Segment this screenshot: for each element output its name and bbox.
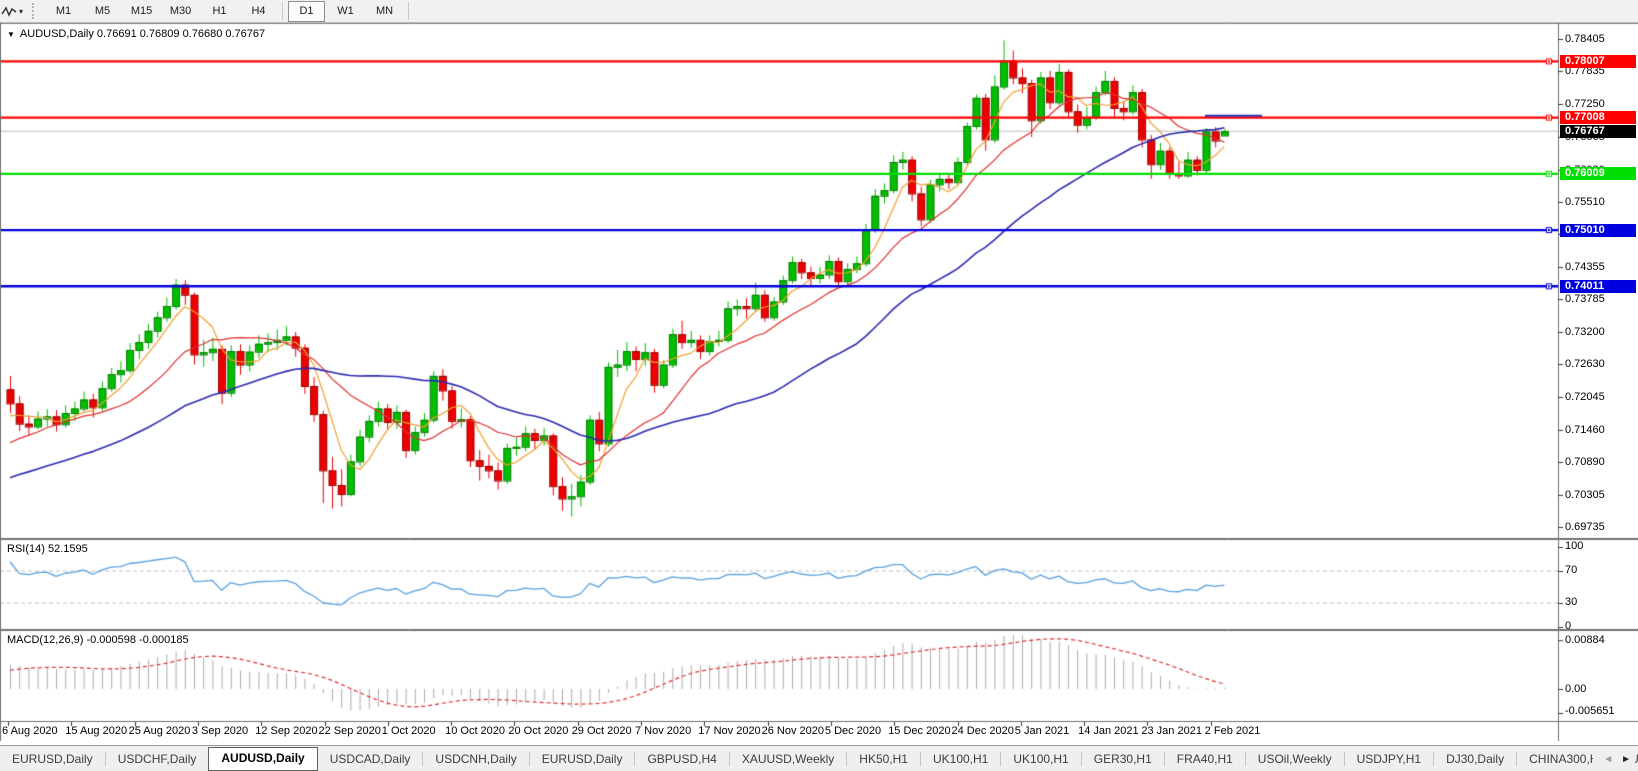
date-axis-label: 12 Sep 2020 xyxy=(255,725,317,737)
tab-usdchf-daily-1[interactable]: USDCHF,Daily xyxy=(106,748,209,770)
price-axis-tick: 0.78405 xyxy=(1565,33,1635,45)
collapse-triangle-icon: ▼ xyxy=(7,30,15,39)
date-axis-label: 5 Dec 2020 xyxy=(825,725,881,737)
price-axis-tick: 0.74355 xyxy=(1565,261,1635,273)
price-axis-tick: 0.72045 xyxy=(1565,391,1635,403)
price-level-badge: 0.75010 xyxy=(1560,224,1636,237)
tab-fra40-h1-12[interactable]: FRA40,H1 xyxy=(1165,748,1245,770)
tab-eurusd-daily-5[interactable]: EURUSD,Daily xyxy=(530,748,635,770)
tab-usdcad-daily-3[interactable]: USDCAD,Daily xyxy=(318,748,423,770)
tab-usoil-weekly-13[interactable]: USOil,Weekly xyxy=(1246,748,1344,770)
price-axis-tick: 0.69735 xyxy=(1565,521,1635,533)
date-axis-label: 7 Nov 2020 xyxy=(635,725,691,737)
date-axis-label: 20 Oct 2020 xyxy=(508,725,568,737)
date-axis-label: 23 Jan 2021 xyxy=(1141,725,1202,737)
tab-audusd-daily-2[interactable]: AUDUSD,Daily xyxy=(208,747,317,771)
timeframe-button-m15[interactable]: M15 xyxy=(123,1,160,22)
date-axis-label: 29 Oct 2020 xyxy=(572,725,632,737)
tab-gbpusd-h4-6[interactable]: GBPUSD,H4 xyxy=(635,748,728,770)
tab-hk50-h1-8[interactable]: HK50,H1 xyxy=(847,748,920,770)
date-axis-label: 6 Aug 2020 xyxy=(2,725,58,737)
timeframe-button-d1[interactable]: D1 xyxy=(288,1,325,22)
tab-usdjpy-h1-14[interactable]: USDJPY,H1 xyxy=(1345,748,1433,770)
tab-ger30-h1-11[interactable]: GER30,H1 xyxy=(1082,748,1164,770)
timeframe-toolbar: ▾ M1M5M15M30H1H4 D1W1MN xyxy=(0,0,1638,23)
price-axis-tick: 0.70305 xyxy=(1565,489,1635,501)
price-axis-tick: 0.71460 xyxy=(1565,424,1635,436)
tab-uk100-h1-10[interactable]: UK100,H1 xyxy=(1001,748,1080,770)
tab-scroll-right-icon[interactable]: ► xyxy=(1621,754,1631,765)
toolbar-grip xyxy=(32,3,39,19)
tab-usdcnh-daily-4[interactable]: USDCNH,Daily xyxy=(423,748,528,770)
chart-tabs-bar: EURUSD,DailyUSDCHF,DailyAUDUSD,DailyUSDC… xyxy=(0,745,1638,771)
date-axis-label: 15 Dec 2020 xyxy=(888,725,950,737)
rsi-axis-tick: 70 xyxy=(1565,564,1635,576)
rsi-axis-tick: 100 xyxy=(1565,540,1635,552)
price-level-badge: 0.77008 xyxy=(1560,111,1636,124)
chart-title-text: AUDUSD,Daily 0.76691 0.76809 0.76680 0.7… xyxy=(20,28,265,40)
chart-type-dropdown[interactable]: ▾ xyxy=(0,0,27,22)
date-axis-label: 24 Dec 2020 xyxy=(952,725,1014,737)
macd-axis-tick: -0.005651 xyxy=(1565,705,1635,717)
tab-eurusd-daily-0[interactable]: EURUSD,Daily xyxy=(0,748,105,770)
date-axis-label: 22 Sep 2020 xyxy=(319,725,381,737)
date-axis-label: 14 Jan 2021 xyxy=(1078,725,1139,737)
timeframe-button-mn[interactable]: MN xyxy=(366,1,403,22)
line-chart-icon xyxy=(1,4,17,18)
price-level-badge: 0.78007 xyxy=(1560,55,1636,68)
macd-axis-tick: 0.00 xyxy=(1565,683,1635,695)
rsi-label: RSI(14) 52.1595 xyxy=(7,543,88,555)
price-axis-tick: 0.73200 xyxy=(1565,326,1635,338)
tab-uk100-h1-9[interactable]: UK100,H1 xyxy=(921,748,1000,770)
date-axis-label: 15 Aug 2020 xyxy=(65,725,127,737)
price-axis-tick: 0.73785 xyxy=(1565,293,1635,305)
current-price-badge: 0.76767 xyxy=(1560,125,1636,138)
price-level-badge: 0.74011 xyxy=(1560,280,1636,293)
date-axis-label: 17 Nov 2020 xyxy=(698,725,760,737)
price-axis-tick: 0.77250 xyxy=(1565,98,1635,110)
date-axis-label: 5 Jan 2021 xyxy=(1015,725,1069,737)
date-axis-label: 2 Feb 2021 xyxy=(1205,725,1261,737)
chevron-down-icon: ▾ xyxy=(19,7,23,16)
price-level-badge: 0.76009 xyxy=(1560,167,1636,180)
chart-canvas[interactable] xyxy=(0,23,1638,742)
timeframe-button-h1[interactable]: H1 xyxy=(201,1,238,22)
timeframe-button-m30[interactable]: M30 xyxy=(162,1,199,22)
rsi-axis-tick: 30 xyxy=(1565,596,1635,608)
price-axis-tick: 0.75510 xyxy=(1565,196,1635,208)
timeframe-button-m1[interactable]: M1 xyxy=(45,1,82,22)
date-axis-label: 26 Nov 2020 xyxy=(762,725,824,737)
tab-xauusd-weekly-7[interactable]: XAUUSD,Weekly xyxy=(730,748,846,770)
timeframe-button-h4[interactable]: H4 xyxy=(240,1,277,22)
macd-axis-tick: 0.00884 xyxy=(1565,634,1635,646)
date-axis-label: 10 Oct 2020 xyxy=(445,725,505,737)
price-axis-tick: 0.70890 xyxy=(1565,456,1635,468)
date-axis-label: 1 Oct 2020 xyxy=(382,725,436,737)
date-axis-label: 25 Aug 2020 xyxy=(129,725,191,737)
timeframe-button-w1[interactable]: W1 xyxy=(327,1,364,22)
tab-scroll-arrows: ◄ ► xyxy=(1593,746,1635,771)
tab-dj30-daily-15[interactable]: DJ30,Daily xyxy=(1434,748,1516,770)
chart-title: ▼ AUDUSD,Daily 0.76691 0.76809 0.76680 0.… xyxy=(7,28,265,40)
date-axis-label: 3 Sep 2020 xyxy=(192,725,248,737)
rsi-axis-tick: 0 xyxy=(1565,620,1635,632)
tab-scroll-left-icon[interactable]: ◄ xyxy=(1603,754,1613,765)
price-axis-tick: 0.72630 xyxy=(1565,358,1635,370)
timeframe-button-m5[interactable]: M5 xyxy=(84,1,121,22)
macd-label: MACD(12,26,9) -0.000598 -0.000185 xyxy=(7,634,189,646)
chart-area: ▼ AUDUSD,Daily 0.76691 0.76809 0.76680 0.… xyxy=(0,23,1638,745)
